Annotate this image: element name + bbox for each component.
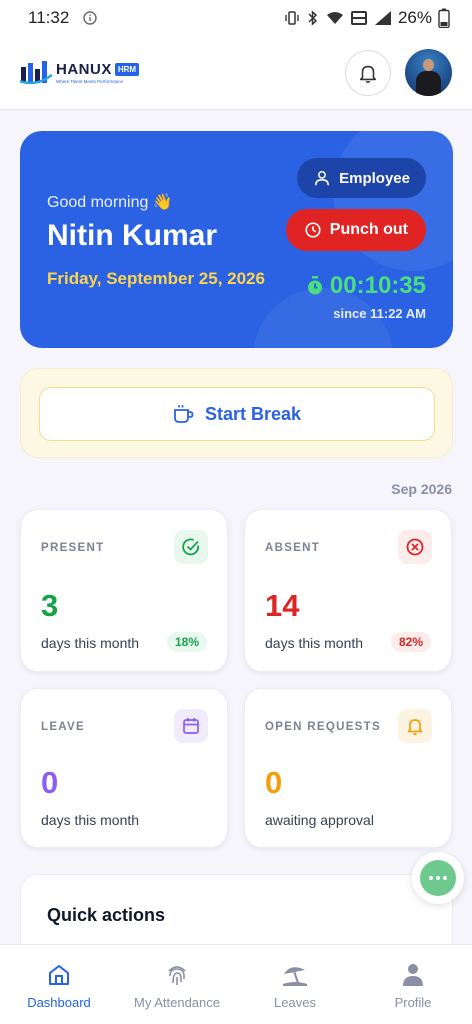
absent-stat-card[interactable]: ABSENT 14 days this month 82% — [244, 509, 452, 672]
fingerprint-icon — [163, 961, 191, 989]
current-date: Friday, September 25, 2026 — [47, 269, 265, 288]
stat-percent-badge: 18% — [166, 632, 207, 652]
start-break-button[interactable]: Start Break — [39, 387, 435, 441]
present-stat-card[interactable]: PRESENT 3 days this month 18% — [20, 509, 228, 672]
role-badge[interactable]: Employee — [297, 158, 426, 198]
punch-out-label: Punch out — [329, 221, 408, 238]
user-icon — [315, 170, 330, 186]
nav-label: Dashboard — [27, 995, 91, 1010]
notifications-button[interactable] — [345, 49, 391, 96]
stat-percent-badge: 82% — [390, 632, 431, 652]
person-icon — [399, 961, 427, 989]
nav-leaves[interactable]: Leaves — [236, 945, 354, 1024]
calendar-icon — [174, 709, 208, 743]
stat-title: PRESENT — [41, 542, 105, 554]
nav-profile[interactable]: Profile — [354, 945, 472, 1024]
stopwatch-icon — [307, 276, 322, 295]
role-label: Employee — [339, 169, 410, 187]
stat-value: 0 — [265, 765, 283, 800]
punch-out-button[interactable]: Punch out — [285, 209, 426, 251]
leave-stat-card[interactable]: LEAVE 0 days this month — [20, 688, 228, 848]
more-options-button[interactable] — [412, 852, 464, 904]
battery-icon — [438, 8, 450, 28]
vibrate-icon — [284, 10, 300, 26]
bell-icon — [398, 709, 432, 743]
stat-value: 14 — [265, 588, 300, 623]
quick-actions-title: Quick actions — [47, 905, 166, 925]
status-bar: 11:32 26% — [0, 0, 472, 36]
nav-label: Leaves — [274, 995, 316, 1010]
open-requests-stat-card[interactable]: OPEN REQUESTS 0 awaiting approval — [244, 688, 452, 848]
app-logo[interactable]: HANUX HRM Where Talent Meets Performance — [20, 59, 140, 87]
check-circle-icon — [174, 530, 208, 564]
stat-subtitle: days this month — [41, 635, 140, 651]
clock-icon — [305, 222, 321, 238]
user-name: Nitin Kumar — [47, 219, 218, 252]
break-card: Start Break — [20, 368, 453, 458]
bottom-navigation: Dashboard My Attendance Leaves Profile — [0, 944, 472, 1024]
nav-label: Profile — [394, 995, 432, 1010]
greeting-text: Good morning 👋 — [47, 194, 173, 211]
wifi-icon — [326, 11, 344, 25]
signal-icon — [374, 10, 392, 26]
elapsed-timer: 00:10:35 — [306, 272, 426, 300]
bluetooth-icon — [306, 10, 320, 26]
nav-dashboard[interactable]: Dashboard — [0, 945, 118, 1024]
start-break-label: Start Break — [204, 403, 302, 424]
beach-umbrella-icon — [281, 961, 309, 989]
attendance-hero-card: Good morning 👋 Nitin Kumar Friday, Septe… — [20, 131, 453, 348]
stat-title: LEAVE — [41, 721, 85, 733]
stat-value: 0 — [41, 765, 59, 800]
stat-title: OPEN REQUESTS — [265, 721, 381, 733]
stat-subtitle: awaiting approval — [265, 812, 374, 828]
nav-label: My Attendance — [134, 995, 220, 1010]
punch-in-since: since 11:22 AM — [333, 306, 426, 321]
x-circle-icon — [398, 530, 432, 564]
bell-icon — [359, 65, 377, 83]
stat-subtitle: days this month — [41, 812, 140, 828]
battery-percent: 26% — [397, 8, 432, 27]
avatar[interactable] — [405, 49, 452, 96]
coffee-cup-icon — [174, 405, 194, 423]
nav-my-attendance[interactable]: My Attendance — [118, 945, 236, 1024]
more-dots-icon — [420, 860, 456, 896]
volte-icon — [350, 10, 368, 26]
info-icon — [83, 11, 97, 25]
home-icon — [45, 961, 73, 989]
logo-mark-icon — [20, 60, 52, 84]
logo-word: HANUX — [56, 61, 112, 78]
stat-title: ABSENT — [265, 542, 321, 554]
status-time: 11:32 — [28, 8, 70, 27]
stat-value: 3 — [41, 588, 59, 623]
stat-subtitle: days this month — [265, 635, 364, 651]
logo-badge: HRM — [114, 63, 140, 76]
app-header: HANUX HRM Where Talent Meets Performance — [0, 36, 472, 110]
logo-tagline: Where Talent Meets Performance — [56, 79, 123, 84]
timer-value: 00:10:35 — [329, 272, 426, 299]
month-label: Sep 2026 — [391, 481, 452, 497]
